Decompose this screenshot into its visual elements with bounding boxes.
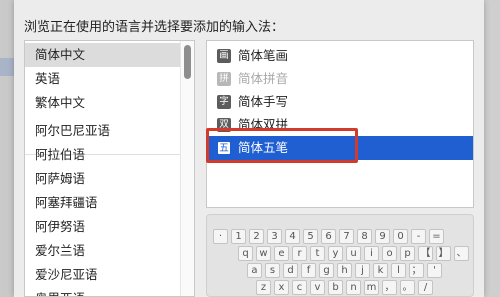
language-item[interactable]: 阿萨姆语 (25, 167, 183, 191)
keyboard-key: b (328, 280, 343, 295)
keyboard-key: a (247, 263, 262, 278)
language-list-scrollbar[interactable] (180, 41, 194, 296)
keyboard-key: 【 (418, 246, 433, 261)
keyboard-key: k (373, 263, 388, 278)
keyboard-key: 9 (375, 229, 390, 244)
keyboard-key: 5 (303, 229, 318, 244)
language-item[interactable]: 阿尔巴尼亚语 (25, 119, 183, 143)
keyboard-key: h (337, 263, 352, 278)
keyboard-key: u (346, 246, 361, 261)
keyboard-row: a s d f g h j k l ； ' (247, 263, 445, 278)
keyboard-key: v (310, 280, 325, 295)
keyboard-key: x (274, 280, 289, 295)
background-window-right (484, 0, 500, 297)
keyboard-row: q w e r t y u i o p 【 】 、 (238, 246, 472, 261)
stroke-input-icon: 画 (217, 49, 231, 63)
keyboard-key: 2 (249, 229, 264, 244)
keyboard-key: j (355, 263, 370, 278)
language-item[interactable]: 英语 (25, 67, 183, 91)
annotation-highlight-box (206, 128, 358, 163)
keyboard-key: d (283, 263, 298, 278)
keyboard-key: g (319, 263, 334, 278)
keyboard-preview: · 1 2 3 4 5 6 7 8 9 0 - = q w e r t y u … (206, 214, 474, 297)
input-method-label: 简体拼音 (238, 71, 289, 86)
keyboard-row: · 1 2 3 4 5 6 7 8 9 0 - = (213, 229, 447, 244)
keyboard-key: n (346, 280, 361, 295)
keyboard-key: 】 (436, 246, 451, 261)
input-method-label: 简体手写 (238, 94, 289, 109)
keyboard-key: t (310, 246, 325, 261)
keyboard-key: q (238, 246, 253, 261)
language-item[interactable]: 简体中文 (25, 43, 183, 67)
keyboard-key: 1 (231, 229, 246, 244)
keyboard-key: 7 (339, 229, 354, 244)
keyboard-key: 3 (267, 229, 282, 244)
keyboard-key: 4 (285, 229, 300, 244)
language-item[interactable]: 繁体中文 (25, 91, 183, 115)
keyboard-key: i (364, 246, 379, 261)
keyboard-key: e (274, 246, 289, 261)
pinyin-input-icon: 拼 (217, 72, 231, 86)
keyboard-key: 6 (321, 229, 336, 244)
keyboard-key: - (411, 229, 426, 244)
language-item[interactable]: 奥里亚语 (25, 287, 183, 296)
scrollbar-thumb[interactable] (184, 45, 191, 79)
input-method-item[interactable]: 画 简体笔画 (207, 44, 473, 68)
input-method-item[interactable]: 字 简体手写 (207, 90, 473, 114)
input-method-list[interactable]: 画 简体笔画 拼 简体拼音 字 简体手写 双 简体双拼 五 简体五笔 (206, 40, 474, 208)
keyboard-key: c (292, 280, 307, 295)
keyboard-key: f (301, 263, 316, 278)
language-item[interactable]: 爱尔兰语 (25, 239, 183, 263)
language-item[interactable]: 阿伊努语 (25, 215, 183, 239)
keyboard-key: l (391, 263, 406, 278)
background-window-left (0, 0, 14, 297)
handwriting-input-icon: 字 (217, 95, 231, 109)
keyboard-row: z x c v b n m ， 。 / (256, 280, 436, 295)
keyboard-key: 、 (454, 246, 469, 261)
keyboard-key: · (213, 229, 228, 244)
keyboard-key: 0 (393, 229, 408, 244)
add-input-method-sheet: 浏览正在使用的语言并选择要添加的输入法： 简体中文 英语 繁体中文 阿尔巴尼亚语… (14, 0, 484, 297)
keyboard-key: z (256, 280, 271, 295)
keyboard-key: 。 (400, 280, 415, 295)
input-method-item: 拼 简体拼音 (207, 67, 473, 91)
keyboard-key: / (418, 280, 433, 295)
keyboard-key: ' (427, 263, 442, 278)
keyboard-key: m (364, 280, 379, 295)
keyboard-key: w (256, 246, 271, 261)
language-item[interactable]: 阿塞拜疆语 (25, 191, 183, 215)
sheet-title: 浏览正在使用的语言并选择要添加的输入法： (24, 20, 285, 35)
keyboard-key: ； (409, 263, 424, 278)
background-window-strip (0, 58, 14, 76)
input-method-label: 简体笔画 (238, 48, 289, 63)
language-item[interactable]: 阿拉伯语 (25, 143, 183, 167)
keyboard-key: ， (382, 280, 397, 295)
keyboard-key: s (265, 263, 280, 278)
language-list[interactable]: 简体中文 英语 繁体中文 阿尔巴尼亚语 阿拉伯语 阿萨姆语 阿塞拜疆语 阿伊努语… (24, 40, 195, 297)
keyboard-key: r (292, 246, 307, 261)
language-item[interactable]: 爱沙尼亚语 (25, 263, 183, 287)
keyboard-key: y (328, 246, 343, 261)
keyboard-key: p (400, 246, 415, 261)
keyboard-key: = (429, 229, 444, 244)
keyboard-key: 8 (357, 229, 372, 244)
keyboard-key: o (382, 246, 397, 261)
